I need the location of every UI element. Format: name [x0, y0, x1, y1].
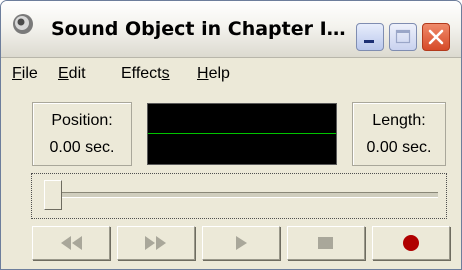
play-button[interactable] — [202, 226, 280, 260]
menu-edit[interactable]: Edit — [58, 65, 86, 83]
minimize-button[interactable] — [356, 23, 384, 51]
close-icon — [428, 29, 444, 45]
speaker-icon[interactable] — [11, 12, 35, 36]
menu-help[interactable]: Help — [197, 65, 230, 83]
slider-thumb[interactable] — [44, 180, 62, 210]
seek-forward-icon — [145, 236, 166, 250]
menu-file[interactable]: File — [12, 65, 38, 83]
length-value: 0.00 sec. — [366, 139, 432, 156]
stop-button[interactable] — [287, 226, 365, 260]
menu-effects[interactable]: Effects — [121, 65, 170, 83]
position-value: 0.00 sec. — [49, 139, 115, 156]
close-button[interactable] — [422, 23, 450, 51]
window-title: Sound Object in Chapter I… — [51, 18, 346, 40]
play-icon — [236, 236, 247, 250]
seek-back-icon — [61, 236, 82, 250]
waveform-display — [147, 103, 337, 165]
sound-recorder-window: Sound Object in Chapter I… File Edit Eff… — [0, 0, 462, 270]
length-label: Length: — [372, 112, 426, 129]
seek-back-button[interactable] — [32, 226, 110, 260]
title-bar[interactable]: Sound Object in Chapter I… — [1, 1, 461, 58]
seek-forward-button[interactable] — [117, 226, 195, 260]
slider-track[interactable] — [44, 192, 438, 198]
waveform-line — [148, 133, 336, 134]
minimize-icon — [364, 40, 374, 43]
length-panel: Length: 0.00 sec. — [352, 102, 446, 166]
position-panel: Position: 0.00 sec. — [32, 102, 132, 166]
maximize-button[interactable] — [389, 23, 417, 51]
position-label: Position: — [51, 112, 113, 129]
record-icon — [403, 235, 419, 251]
record-button[interactable] — [372, 226, 450, 260]
maximize-icon — [395, 29, 411, 44]
position-slider[interactable] — [31, 173, 447, 219]
stop-icon — [318, 237, 333, 249]
menu-bar: File Edit Effects Help — [1, 58, 461, 90]
